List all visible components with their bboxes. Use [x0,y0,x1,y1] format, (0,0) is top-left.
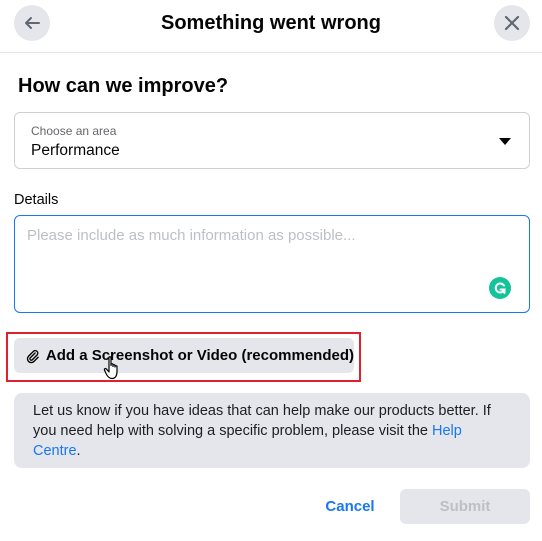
close-icon [504,15,520,31]
cancel-button[interactable]: Cancel [310,489,390,524]
dialog-header: Something went wrong [0,0,542,53]
hand-cursor-icon [103,356,118,380]
submit-button[interactable]: Submit [400,489,530,524]
area-select-label: Choose an area [31,124,117,138]
area-select-value: Performance [31,142,120,159]
details-label: Details [14,192,59,208]
details-placeholder: Please include as much information as po… [27,227,356,244]
dialog-title: Something went wrong [161,12,381,34]
area-select[interactable]: Choose an area Performance [14,112,530,169]
info-box: Let us know if you have ideas that can h… [14,393,530,468]
details-textarea[interactable]: Please include as much information as po… [14,215,530,313]
caret-down-icon [499,138,511,145]
add-screenshot-button[interactable]: Add a Screenshot or Video (recommended) [14,338,354,373]
section-heading: How can we improve? [18,75,229,97]
info-suffix: . [76,443,81,459]
add-screenshot-label: Add a Screenshot or Video (recommended) [45,347,354,364]
info-text: Let us know if you have ideas that can h… [33,403,491,439]
grammarly-icon[interactable] [489,277,511,299]
close-button[interactable] [494,5,530,41]
paperclip-icon [26,349,39,363]
